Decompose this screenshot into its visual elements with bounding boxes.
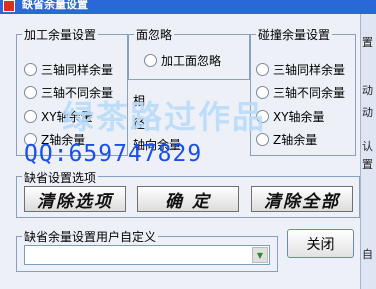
face-group-title: 面忽略 [134, 26, 175, 43]
strip-text: 动 [362, 106, 373, 119]
custom-allowance-title: 缺省余量设置用户自定义 [22, 228, 159, 245]
radio-icon [24, 86, 37, 99]
radio-machining-same[interactable]: 三轴同样余量 [24, 61, 113, 78]
title-bar: 缺省余量设置 [0, 0, 376, 14]
watermark-text: 绿茶路过作品 [62, 98, 267, 136]
radio-icon [24, 63, 37, 76]
clear-all-button[interactable]: 清除全部 [251, 186, 353, 212]
radio-face-ignore[interactable]: 加工面忽略 [144, 52, 221, 69]
custom-allowance-select[interactable]: ▼ [24, 245, 270, 265]
strip-text: 置 [362, 36, 373, 49]
strip-text: 动 [362, 84, 373, 97]
radio-collision-same[interactable]: 三轴同样余量 [256, 61, 345, 78]
chevron-down-icon[interactable]: ▼ [252, 247, 268, 263]
radio-icon [24, 110, 37, 123]
collision-group-title: 碰撞余量设置 [256, 26, 333, 43]
radio-collision-xy[interactable]: XY轴余量 [256, 108, 325, 125]
strip-text: 认 [362, 140, 373, 153]
radio-icon [144, 54, 157, 67]
machining-group-title: 加工余量设置 [22, 26, 99, 43]
strip-text: 置 [362, 158, 373, 171]
watermark-qq: QQ:659747829 [24, 141, 203, 167]
window-title: 缺省余量设置 [22, 0, 88, 11]
default-options-title: 缺省设置选项 [22, 169, 99, 186]
close-button[interactable]: 关闭 [287, 229, 354, 258]
radio-collision-different[interactable]: 三轴不同余量 [256, 84, 345, 101]
radio-icon [256, 63, 269, 76]
strip-text: 自 [362, 248, 373, 261]
confirm-button[interactable]: 确 定 [137, 186, 239, 212]
background-window-strip: 置 动 动 认 置 自 [360, 14, 376, 289]
app-icon [3, 0, 15, 12]
clear-options-button[interactable]: 清除选项 [24, 186, 126, 212]
